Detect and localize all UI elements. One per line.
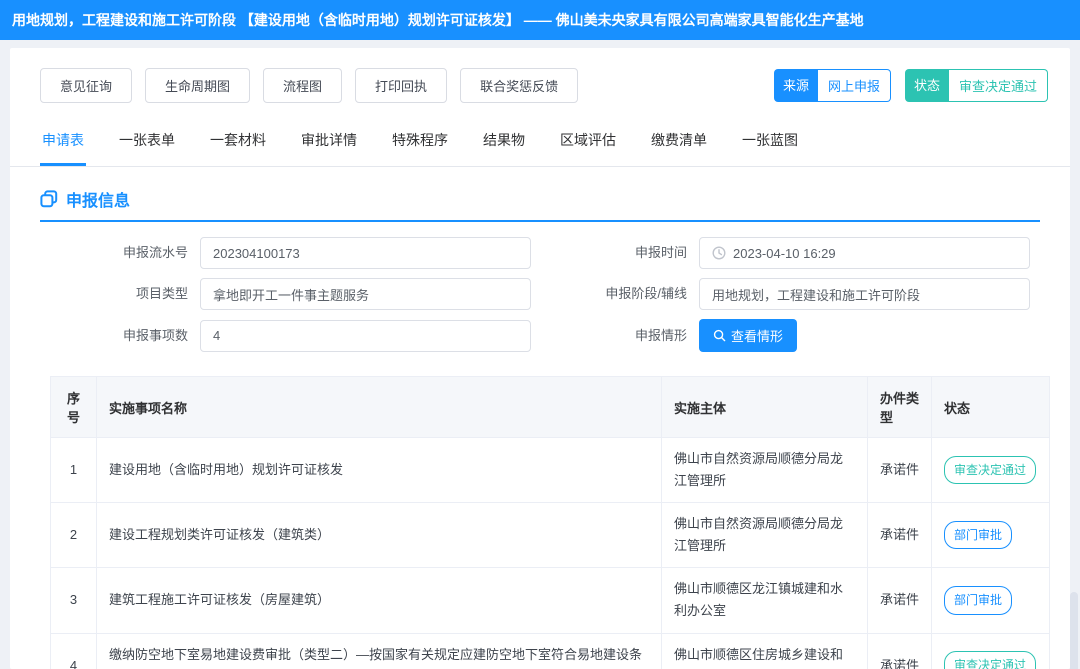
- status-pill[interactable]: 部门审批: [944, 586, 1012, 614]
- row-index-cell: 3: [51, 568, 97, 633]
- declare-form: 申报流水号 申报时间 2023-04-10 16:29 项目类型 申报阶段/辅线…: [10, 237, 1070, 352]
- tab-item[interactable]: 结果物: [481, 117, 527, 166]
- search-icon: [713, 329, 726, 342]
- declare-time-value: 2023-04-10 16:29: [733, 246, 836, 261]
- clock-icon: [712, 246, 726, 260]
- item-name-cell: 建筑工程施工许可证核发（房屋建筑）: [97, 568, 662, 633]
- table-header-cell: 实施事项名称: [97, 377, 662, 438]
- implementing-org-cell: 佛山市自然资源局顺德分局龙江管理所: [662, 438, 868, 503]
- tab-item[interactable]: 特殊程序: [390, 117, 450, 166]
- table-row: 4缴纳防空地下室易地建设费审批（类型二）—按国家有关规定应建防空地下室符合易地建…: [51, 633, 1050, 669]
- situation-field: 申报情形 查看情形: [549, 319, 1030, 352]
- items-table-body: 1建设用地（含临时用地）规划许可证核发佛山市自然资源局顺德分局龙江管理所承诺件审…: [51, 438, 1050, 669]
- project-type-field-label: 项目类型: [50, 278, 200, 310]
- toolbar: 意见征询生命周期图流程图打印回执联合奖惩反馈 来源 网上申报 状态 审查决定通过: [10, 48, 1070, 103]
- tab-item[interactable]: 区域评估: [558, 117, 618, 166]
- view-situation-button-label: 查看情形: [731, 326, 783, 345]
- declare-section-title: 申报信息: [40, 187, 1040, 222]
- table-header-cell: 实施主体: [662, 377, 868, 438]
- tab-item[interactable]: 审批详情: [299, 117, 359, 166]
- handle-type-cell: 承诺件: [868, 438, 932, 503]
- item-count-field: 申报事项数: [50, 319, 531, 352]
- tab-item[interactable]: 一张表单: [117, 117, 177, 166]
- toolbar-button[interactable]: 联合奖惩反馈: [460, 68, 578, 103]
- source-badge-label: 来源: [774, 69, 818, 102]
- toolbar-button[interactable]: 生命周期图: [145, 68, 250, 103]
- status-cell: 部门审批: [932, 503, 1050, 568]
- row-index-cell: 2: [51, 503, 97, 568]
- implementing-org-cell: 佛山市自然资源局顺德分局龙江管理所: [662, 503, 868, 568]
- status-badge: 状态 审查决定通过: [905, 69, 1048, 102]
- tab-item[interactable]: 一套材料: [208, 117, 268, 166]
- tab-item[interactable]: 一张蓝图: [740, 117, 800, 166]
- toolbar-button[interactable]: 意见征询: [40, 68, 132, 103]
- project-type-field: 项目类型: [50, 278, 531, 310]
- stage-field-label: 申报阶段/辅线: [549, 278, 699, 310]
- implementing-org-cell: 佛山市顺德区龙江镇城建和水利办公室: [662, 568, 868, 633]
- items-table-header-row: 序号实施事项名称实施主体办件类型状态: [51, 377, 1050, 438]
- source-badge-value: 网上申报: [818, 69, 891, 102]
- item-name-cell: 缴纳防空地下室易地建设费审批（类型二）—按国家有关规定应建防空地下室符合易地建设…: [97, 633, 662, 669]
- table-header-cell: 状态: [932, 377, 1050, 438]
- page-title: 用地规划，工程建设和施工许可阶段 【建设用地（含临时用地）规划许可证核发】 ——…: [0, 0, 1080, 40]
- item-name-cell: 建设用地（含临时用地）规划许可证核发: [97, 438, 662, 503]
- main-card: 意见征询生命周期图流程图打印回执联合奖惩反馈 来源 网上申报 状态 审查决定通过…: [10, 48, 1070, 669]
- status-pill[interactable]: 审查决定通过: [944, 651, 1036, 669]
- status-cell: 部门审批: [932, 568, 1050, 633]
- tab-bar: 申请表一张表单一套材料审批详情特殊程序结果物区域评估缴费清单一张蓝图: [10, 117, 1070, 167]
- status-cell: 审查决定通过: [932, 633, 1050, 669]
- toolbar-button[interactable]: 打印回执: [355, 68, 447, 103]
- item-count-field-label: 申报事项数: [50, 320, 200, 352]
- source-badge: 来源 网上申报: [774, 69, 891, 102]
- status-badge-value: 审查决定通过: [949, 69, 1048, 102]
- vertical-scrollbar-thumb[interactable]: [1070, 592, 1078, 669]
- table-row: 3建筑工程施工许可证核发（房屋建筑）佛山市顺德区龙江镇城建和水利办公室承诺件部门…: [51, 568, 1050, 633]
- status-cell: 审查决定通过: [932, 438, 1050, 503]
- declare-time-field-input[interactable]: 2023-04-10 16:29: [699, 237, 1030, 269]
- table-row: 1建设用地（含临时用地）规划许可证核发佛山市自然资源局顺德分局龙江管理所承诺件审…: [51, 438, 1050, 503]
- declare-time-field: 申报时间 2023-04-10 16:29: [549, 237, 1030, 269]
- status-pill[interactable]: 部门审批: [944, 521, 1012, 549]
- item-name-cell: 建设工程规划类许可证核发（建筑类）: [97, 503, 662, 568]
- status-pill[interactable]: 审查决定通过: [944, 456, 1036, 484]
- stage-field-input[interactable]: [699, 278, 1030, 310]
- tab-item[interactable]: 缴费清单: [649, 117, 709, 166]
- declare-section-title-text: 申报信息: [66, 187, 130, 211]
- copy-document-icon: [40, 190, 58, 208]
- situation-field-label: 申报情形: [549, 320, 699, 352]
- serial-field-input[interactable]: [200, 237, 531, 269]
- view-situation-button[interactable]: 查看情形: [699, 319, 797, 352]
- handle-type-cell: 承诺件: [868, 633, 932, 669]
- handle-type-cell: 承诺件: [868, 503, 932, 568]
- toolbar-buttons: 意见征询生命周期图流程图打印回执联合奖惩反馈: [40, 68, 591, 103]
- stage-field: 申报阶段/辅线: [549, 278, 1030, 310]
- table-row: 2建设工程规划类许可证核发（建筑类）佛山市自然资源局顺德分局龙江管理所承诺件部门…: [51, 503, 1050, 568]
- serial-field: 申报流水号: [50, 237, 531, 269]
- row-index-cell: 4: [51, 633, 97, 669]
- declare-time-field-label: 申报时间: [549, 237, 699, 269]
- item-count-field-input[interactable]: [200, 320, 531, 352]
- items-table: 序号实施事项名称实施主体办件类型状态 1建设用地（含临时用地）规划许可证核发佛山…: [50, 376, 1050, 669]
- implementing-org-cell: 佛山市顺德区住房城乡建设和水利局: [662, 633, 868, 669]
- handle-type-cell: 承诺件: [868, 568, 932, 633]
- serial-field-label: 申报流水号: [50, 237, 200, 269]
- status-badge-label: 状态: [905, 69, 949, 102]
- toolbar-button[interactable]: 流程图: [263, 68, 342, 103]
- project-type-field-input[interactable]: [200, 278, 531, 310]
- table-header-cell: 序号: [51, 377, 97, 438]
- table-header-cell: 办件类型: [868, 377, 932, 438]
- tab-active[interactable]: 申请表: [40, 117, 86, 166]
- row-index-cell: 1: [51, 438, 97, 503]
